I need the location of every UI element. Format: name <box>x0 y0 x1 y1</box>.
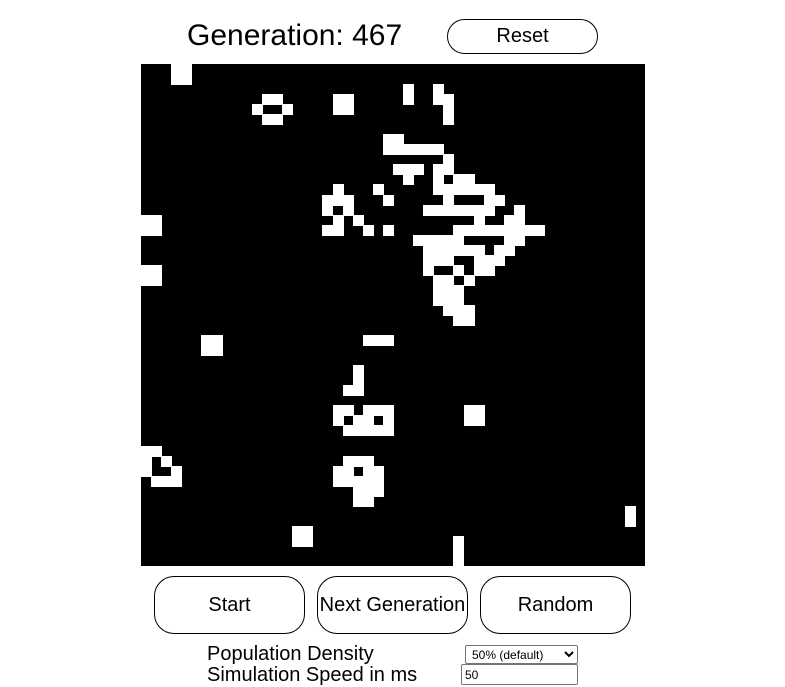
population-density-label: Population Density <box>207 643 374 665</box>
live-cell[interactable] <box>413 164 425 176</box>
live-cell[interactable] <box>473 415 485 427</box>
start-button[interactable]: Start <box>154 576 305 634</box>
live-cell[interactable] <box>382 425 394 437</box>
life-grid[interactable] <box>141 64 645 566</box>
live-cell[interactable] <box>151 224 163 236</box>
live-cell[interactable] <box>493 194 505 206</box>
live-cell[interactable] <box>624 515 636 527</box>
live-cell[interactable] <box>453 555 465 566</box>
next-generation-button[interactable]: Next Generation <box>317 576 468 634</box>
live-cell[interactable] <box>171 475 183 487</box>
live-cell[interactable] <box>534 224 546 236</box>
live-cell[interactable] <box>352 385 364 397</box>
live-cell[interactable] <box>463 315 475 326</box>
simulation-speed-input[interactable] <box>461 664 578 685</box>
simulation-speed-label: Simulation Speed in ms <box>207 664 418 686</box>
live-cell[interactable] <box>342 104 354 116</box>
live-cell[interactable] <box>382 194 394 206</box>
live-cell[interactable] <box>483 264 495 276</box>
generation-counter: Generation: 467 <box>187 19 403 52</box>
reset-button[interactable]: Reset <box>447 19 598 54</box>
live-cell[interactable] <box>332 224 344 236</box>
live-cell[interactable] <box>513 234 525 246</box>
live-cell[interactable] <box>382 335 394 347</box>
population-density-select[interactable]: 50% (default) <box>465 645 578 664</box>
live-cell[interactable] <box>151 274 163 286</box>
live-cell[interactable] <box>372 485 384 497</box>
live-cell[interactable] <box>503 244 515 256</box>
live-cell[interactable] <box>463 274 475 286</box>
live-cell[interactable] <box>282 104 294 116</box>
live-cell[interactable] <box>181 74 193 86</box>
live-cell[interactable] <box>302 535 314 547</box>
live-cell[interactable] <box>272 114 284 126</box>
random-button[interactable]: Random <box>480 576 631 634</box>
live-cell[interactable] <box>362 495 374 507</box>
live-cell[interactable] <box>443 114 455 126</box>
live-cell[interactable] <box>483 204 495 216</box>
live-cell[interactable] <box>403 174 415 186</box>
live-cell[interactable] <box>211 345 223 357</box>
live-cell[interactable] <box>493 254 505 266</box>
live-cell[interactable] <box>403 94 415 106</box>
live-cell[interactable] <box>362 224 374 236</box>
live-cell[interactable] <box>382 224 394 236</box>
